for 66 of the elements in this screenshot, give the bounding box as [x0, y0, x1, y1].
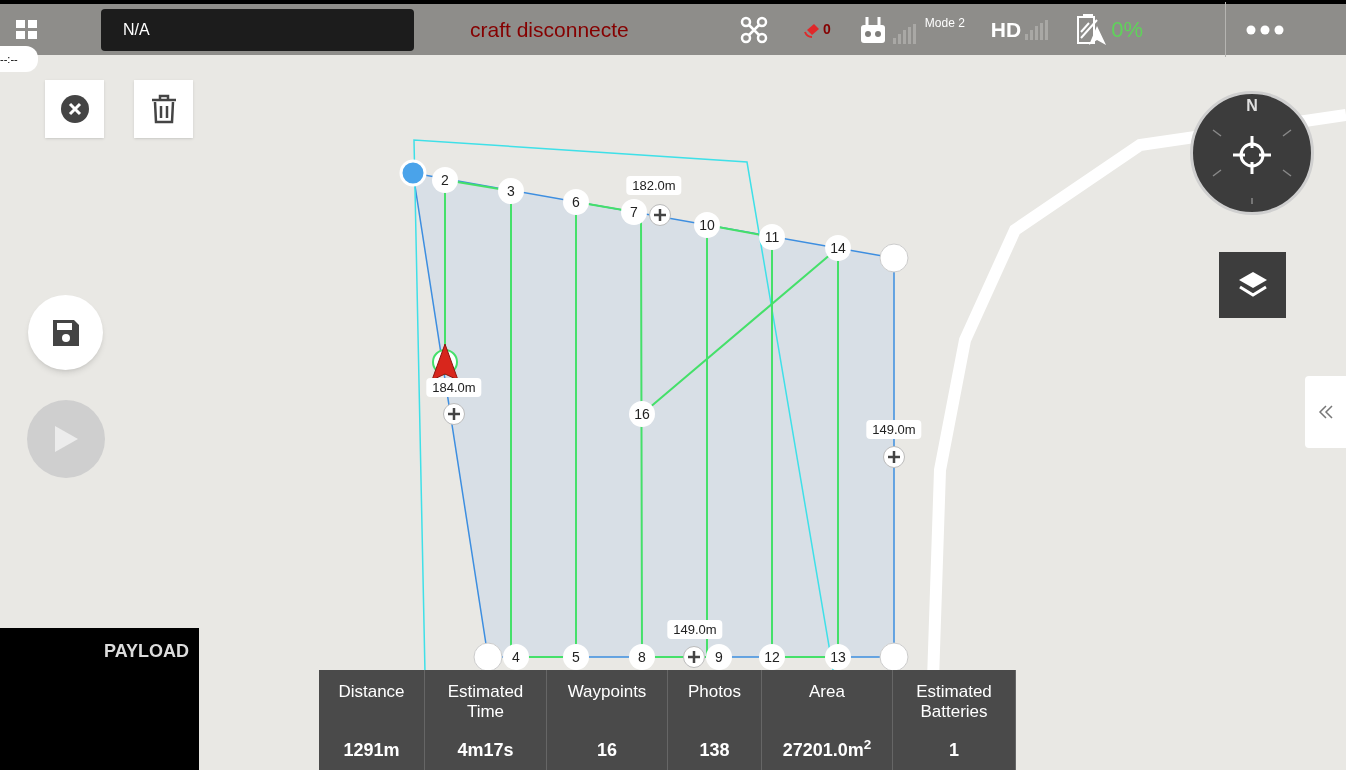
- waypoint-marker[interactable]: 8: [629, 644, 655, 670]
- aircraft-battery-icon: [1075, 13, 1108, 46]
- map-layers-button[interactable]: [1219, 252, 1286, 318]
- stat-label: Waypoints: [566, 682, 648, 703]
- stat-value: 1: [949, 739, 959, 762]
- waypoint-marker[interactable]: 12: [759, 644, 785, 670]
- waypoint-marker[interactable]: 6: [563, 189, 589, 215]
- stat-value: 1291m: [343, 739, 400, 762]
- grid-menu-icon[interactable]: [16, 19, 38, 40]
- stat-value: 4m17s: [457, 739, 514, 762]
- add-point-button[interactable]: [443, 403, 465, 425]
- save-icon: [50, 317, 81, 348]
- trash-icon: [150, 94, 177, 124]
- stat-label: Estimated Batteries: [915, 682, 993, 722]
- stat-label: Area: [808, 682, 846, 703]
- waypoint-marker[interactable]: 9: [706, 644, 732, 670]
- corner-handle[interactable]: [879, 642, 909, 672]
- status-message: craft disconnecte: [470, 16, 630, 43]
- gps-count: 0: [823, 20, 831, 39]
- payload-label: PAYLOAD: [103, 640, 189, 663]
- waypoint-marker[interactable]: 2: [432, 167, 458, 193]
- flight-field[interactable]: N/A: [101, 8, 414, 51]
- stat-value: 138: [699, 739, 730, 762]
- remote-controller-icon: [860, 16, 885, 43]
- plus-icon: [688, 651, 700, 663]
- corner-handle[interactable]: [473, 642, 503, 672]
- play-icon: [53, 425, 79, 453]
- stat-label: Distance: [337, 682, 406, 703]
- edge-length-label: 149.0m: [667, 620, 723, 639]
- double-chevron-icon: [1317, 404, 1334, 420]
- corner-handle[interactable]: [879, 243, 909, 273]
- stat-value: 16: [597, 739, 617, 762]
- compass[interactable]: N: [1190, 91, 1314, 215]
- edge-length-label: 184.0m: [426, 378, 482, 397]
- stat-label: Estimated Time: [446, 682, 525, 722]
- save-button[interactable]: [28, 295, 103, 370]
- close-icon: [59, 94, 90, 124]
- waypoint-marker[interactable]: 5: [563, 644, 589, 670]
- clock-badge: --:--: [0, 46, 38, 72]
- add-point-button[interactable]: [683, 646, 705, 668]
- signal-bars-icon: [892, 23, 917, 44]
- plus-icon: [448, 408, 460, 420]
- plus-icon: [654, 209, 666, 221]
- waypoint-marker[interactable]: 14: [825, 235, 851, 261]
- stat-value: 27201.0m$^{2}$: [782, 737, 872, 762]
- add-point-button[interactable]: [649, 204, 671, 226]
- battery-percent: 0%: [1111, 16, 1143, 44]
- edge-length-label: 182.0m: [626, 176, 682, 195]
- signal-bars-icon: [1025, 19, 1050, 40]
- waypoint-marker[interactable]: 7: [621, 199, 647, 225]
- drone-icon[interactable]: [740, 15, 768, 44]
- waypoint-marker[interactable]: 13: [825, 644, 851, 670]
- add-point-button[interactable]: [883, 446, 905, 468]
- waypoint-marker[interactable]: 10: [694, 212, 720, 238]
- edge-length-label: 149.0m: [866, 420, 922, 439]
- rc-mode: Mode 2: [924, 15, 965, 32]
- hd-label: HD: [990, 16, 1022, 43]
- waypoint-marker[interactable]: 3: [498, 178, 524, 204]
- waypoint-marker[interactable]: 4: [503, 644, 529, 670]
- north-label: N: [1246, 97, 1258, 114]
- waypoint-marker[interactable]: 11: [759, 224, 785, 250]
- plus-icon: [888, 451, 900, 463]
- more-options-icon[interactable]: [1245, 24, 1284, 35]
- stat-label: Photos: [687, 682, 742, 703]
- delete-button[interactable]: [134, 80, 193, 138]
- close-button[interactable]: [45, 80, 104, 138]
